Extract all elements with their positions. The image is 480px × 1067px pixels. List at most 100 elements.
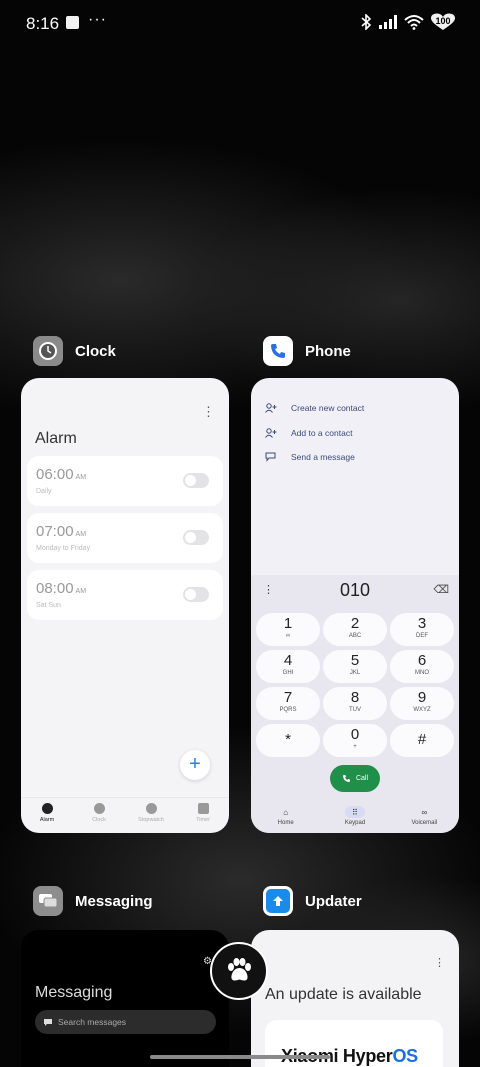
update-title: An update is available: [265, 986, 422, 1003]
alarm-ampm: AM: [75, 474, 87, 481]
updater-app-header[interactable]: Updater: [263, 886, 362, 916]
add-person-icon: [265, 403, 277, 413]
tab-timer[interactable]: Timer: [177, 798, 229, 833]
tab-alarm[interactable]: Alarm: [21, 798, 73, 833]
key-star[interactable]: *: [256, 724, 320, 757]
phone-app-name: Phone: [305, 342, 351, 360]
key-7[interactable]: 7 PQRS: [256, 687, 320, 720]
key-8[interactable]: 8 TUV: [323, 687, 387, 720]
alarm-item[interactable]: 07:00 AM Monday to Friday: [27, 513, 223, 563]
tab-label: Clock: [92, 817, 106, 823]
key-digit: 8: [350, 689, 360, 706]
clock-app-card[interactable]: ⋮ Alarm 06:00 AM Daily 07:00 AM Monday to …: [21, 378, 229, 833]
key-hash[interactable]: #: [390, 724, 454, 757]
tab-label: Alarm: [39, 817, 55, 823]
alarm-repeat: Sat Sun: [36, 602, 61, 609]
key-letters: ABC: [348, 633, 362, 639]
home-icon: ⌂: [283, 807, 289, 817]
key-4[interactable]: 4 GHI: [256, 650, 320, 683]
send-message-option[interactable]: Send a message: [265, 452, 355, 462]
voicemail-icon: ∞: [421, 807, 428, 817]
add-person-icon: [265, 428, 277, 438]
updater-app-card[interactable]: ⋮ An update is available Xiaomi HyperOS: [251, 930, 459, 1067]
key-letters: +: [353, 744, 357, 750]
messaging-app-header[interactable]: Messaging: [33, 886, 153, 916]
floating-paw-button[interactable]: [210, 942, 268, 1000]
more-notifications-icon: ···: [88, 11, 107, 28]
alarm-toggle[interactable]: [183, 473, 209, 488]
option-label: Send a message: [291, 452, 355, 462]
messaging-app-name: Messaging: [75, 892, 153, 910]
alarm-toggle[interactable]: [183, 530, 209, 545]
clock-app-header[interactable]: Clock: [33, 336, 116, 366]
option-label: Create new contact: [291, 403, 365, 413]
tab-label: Keypad: [344, 820, 366, 826]
phone-app-icon: [263, 336, 293, 366]
add-alarm-button[interactable]: +: [180, 750, 210, 780]
key-2[interactable]: 2 ABC: [323, 613, 387, 646]
tab-keypad[interactable]: ⠿ Keypad: [320, 801, 389, 833]
message-icon: [44, 1018, 52, 1026]
key-5[interactable]: 5 JKL: [323, 650, 387, 683]
alarm-title: Alarm: [35, 430, 77, 447]
alarm-item[interactable]: 06:00 AM Daily: [27, 456, 223, 506]
more-options-icon[interactable]: ⋮: [434, 956, 445, 969]
phone-app-card[interactable]: Create new contact Add to a contact Send…: [251, 378, 459, 833]
key-1[interactable]: 1 ∞: [256, 613, 320, 646]
key-digit: 3: [417, 615, 427, 632]
tab-label: Stopwatch: [138, 817, 164, 823]
phone-bottom-nav: ⌂ Home ⠿ Keypad ∞ Voicemail: [251, 801, 459, 833]
backspace-icon[interactable]: ⌫: [433, 583, 449, 596]
wifi-icon: [404, 15, 424, 30]
call-button[interactable]: Call: [330, 765, 380, 792]
key-letters: DEF: [416, 633, 428, 639]
call-label: Call: [355, 775, 369, 782]
key-digit: *: [285, 731, 291, 748]
update-banner[interactable]: Xiaomi HyperOS: [265, 1020, 443, 1067]
option-label: Add to a contact: [291, 428, 353, 438]
battery-level: 100: [435, 16, 451, 26]
clock-icon: [93, 803, 105, 814]
stopwatch-icon: [145, 803, 157, 814]
status-time: 8:16: [26, 14, 60, 33]
tab-home[interactable]: ⌂ Home: [251, 801, 320, 833]
key-digit: 1: [283, 615, 293, 632]
key-0[interactable]: 0 +: [323, 724, 387, 757]
key-digit: 5: [350, 652, 360, 669]
key-6[interactable]: 6 MNO: [390, 650, 454, 683]
search-placeholder: Search messages: [58, 1017, 127, 1027]
home-indicator[interactable]: [150, 1055, 330, 1059]
tab-clock[interactable]: Clock: [73, 798, 125, 833]
tab-label: Timer: [196, 817, 210, 823]
keypad-icon: ⠿: [344, 806, 365, 818]
messaging-app-card[interactable]: ⚙ Messaging Search messages: [21, 930, 229, 1067]
message-icon: [265, 452, 277, 462]
create-contact-option[interactable]: Create new contact: [265, 403, 364, 413]
tab-voicemail[interactable]: ∞ Voicemail: [390, 801, 459, 833]
updater-app-name: Updater: [305, 892, 362, 910]
key-letters: TUV: [349, 707, 361, 713]
clock-bottom-nav: Alarm Clock Stopwatch Timer: [21, 797, 229, 833]
key-letters: GHI: [282, 670, 294, 676]
battery-icon: 100: [430, 13, 456, 31]
add-to-contact-option[interactable]: Add to a contact: [265, 428, 352, 438]
status-icons: 100: [361, 13, 456, 31]
alarm-time: 06:00: [36, 466, 74, 483]
clock-app-name: Clock: [75, 342, 116, 360]
search-messages-input[interactable]: Search messages: [35, 1010, 216, 1034]
dialed-number: 010: [339, 580, 371, 600]
alarm-item[interactable]: 08:00 AM Sat Sun: [27, 570, 223, 620]
voicemail-icon: ∞: [285, 633, 291, 639]
more-options-icon[interactable]: ⋮: [202, 404, 215, 420]
tab-stopwatch[interactable]: Stopwatch: [125, 798, 177, 833]
alarm-time: 08:00: [36, 580, 74, 597]
key-3[interactable]: 3 DEF: [390, 613, 454, 646]
alarm-ampm: AM: [75, 588, 87, 595]
key-9[interactable]: 9 WXYZ: [390, 687, 454, 720]
signal-icon: [379, 15, 397, 29]
key-digit: 9: [417, 689, 427, 706]
notification-icon: [66, 16, 79, 29]
alarm-toggle[interactable]: [183, 587, 209, 602]
phone-app-header[interactable]: Phone: [263, 336, 351, 366]
dialpad: ⋮ 010 ⌫ 1 ∞ 2 ABC 3 DEF 4 GHI 5 JKL 6 MNO 7 PQR…: [251, 575, 459, 833]
